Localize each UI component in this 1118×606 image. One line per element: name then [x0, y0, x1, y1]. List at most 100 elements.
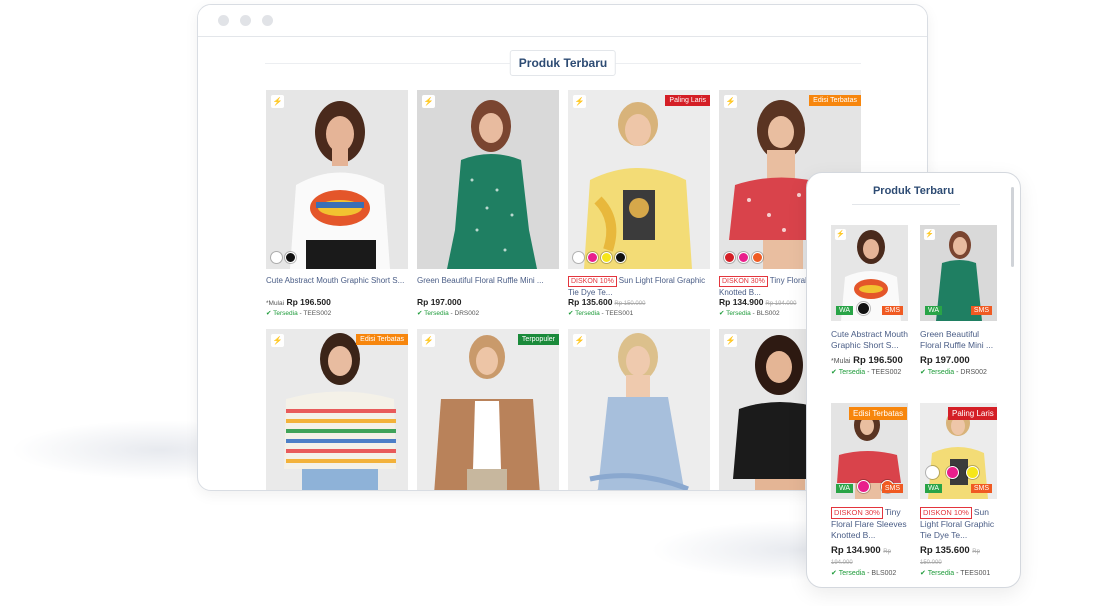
section-title: Produk Terbaru: [872, 185, 955, 197]
hero-illustration: Produk Terbaru ⚡ Cute Abstract Mouth Gra…: [0, 0, 1118, 606]
flash-sale-icon: ⚡: [422, 334, 435, 347]
product-photo: [417, 90, 559, 269]
product-price: *Mulai Rp 196.500: [266, 297, 331, 307]
stock-status: ✔ Tersedia - TEES002: [266, 310, 332, 317]
whatsapp-button[interactable]: WA: [836, 306, 854, 315]
product-name[interactable]: DISKON 10% Sun Light Floral Graphic Tie D…: [568, 275, 710, 297]
product-price: Rp 135.600 Rp 150.000: [920, 545, 980, 566]
product-card[interactable]: ⚡ Paling Laris DISKON 10% Sun Light Flora…: [568, 90, 710, 317]
check-icon: ✔: [266, 310, 272, 317]
limited-edition-badge: Edisi Terbatas: [849, 407, 908, 420]
product-photo: [568, 90, 710, 269]
whatsapp-button[interactable]: WA: [836, 484, 854, 493]
product-card[interactable]: ⚡: [568, 329, 710, 490]
product-card[interactable]: ⚡ Green Beautiful Floral Ruffle Mini ...…: [417, 90, 559, 317]
window-dot-icon: [262, 15, 273, 26]
product-image[interactable]: Edisi Terbatas WA SMS: [831, 403, 908, 499]
color-swatch-pink[interactable]: [587, 252, 598, 263]
product-price: Rp 197.000: [920, 355, 970, 366]
product-card[interactable]: ⚡ Edisi Terbatas: [266, 329, 408, 490]
product-image[interactable]: ⚡ WA SMS: [831, 225, 908, 321]
stock-status: ✔ Tersedia - DRS002: [920, 369, 987, 376]
check-icon: ✔: [920, 570, 926, 577]
flash-sale-icon: ⚡: [724, 334, 737, 347]
sms-button[interactable]: SMS: [881, 484, 903, 493]
color-swatch-pink[interactable]: [857, 480, 870, 493]
product-price: *Mulai Rp 196.500: [831, 355, 903, 366]
browser-title-bar: [198, 5, 927, 37]
flash-sale-icon: ⚡: [271, 334, 284, 347]
product-price: Rp 134.900 Rp 194.000: [831, 545, 891, 566]
window-dot-icon: [218, 15, 229, 26]
color-swatch-white[interactable]: [573, 252, 584, 263]
product-price: Rp 197.000: [417, 297, 462, 307]
check-icon: ✔: [719, 310, 725, 317]
product-card[interactable]: Paling Laris WA SMS DISKON 10% Sun Light …: [920, 403, 997, 577]
check-icon: ✔: [417, 310, 423, 317]
divider: [852, 204, 960, 205]
color-swatch-black[interactable]: [615, 252, 626, 263]
whatsapp-button[interactable]: WA: [925, 484, 943, 493]
product-image[interactable]: ⚡ WA SMS: [920, 225, 997, 321]
color-swatch-yellow[interactable]: [966, 466, 979, 479]
flash-sale-icon: ⚡: [835, 229, 846, 240]
product-image[interactable]: ⚡ Paling Laris: [568, 90, 710, 269]
color-swatch-yellow[interactable]: [601, 252, 612, 263]
check-icon: ✔: [920, 369, 926, 376]
product-photo: [417, 329, 559, 490]
product-card[interactable]: ⚡ WA SMS Cute Abstract Mouth Graphic Sho…: [831, 225, 908, 376]
sms-button[interactable]: SMS: [970, 306, 992, 315]
stock-status: ✔ Tersedia - TEES001: [568, 310, 634, 317]
flash-sale-icon: ⚡: [573, 334, 586, 347]
color-swatch-red[interactable]: [724, 252, 735, 263]
product-card[interactable]: ⚡ WA SMS Green Beautiful Floral Ruffle M…: [920, 225, 997, 376]
color-swatch-pink[interactable]: [946, 466, 959, 479]
product-photo: [266, 90, 408, 269]
color-swatch-white[interactable]: [926, 466, 939, 479]
product-name[interactable]: DISKON 10% Sun Light Floral Graphic Tie D…: [920, 507, 997, 541]
check-icon: ✔: [831, 570, 837, 577]
product-image[interactable]: ⚡: [417, 90, 559, 269]
product-image[interactable]: Paling Laris WA SMS: [920, 403, 997, 499]
product-photo: [266, 329, 408, 490]
flash-sale-icon: ⚡: [573, 95, 586, 108]
product-price: Rp 135.600 Rp 150.000: [568, 297, 646, 307]
section-header: Produk Terbaru: [265, 50, 861, 76]
product-name[interactable]: Green Beautiful Floral Ruffle Mini ...: [417, 275, 559, 297]
product-card[interactable]: ⚡ Cute Abstract Mouth Graphic Short S...…: [266, 90, 408, 317]
stock-status: ✔ Tersedia - DRS002: [417, 310, 480, 317]
popular-badge: Terpopuler: [517, 334, 559, 345]
limited-edition-badge: Edisi Terbatas: [356, 334, 408, 345]
whatsapp-button[interactable]: WA: [925, 306, 943, 315]
flash-sale-icon: ⚡: [724, 95, 737, 108]
check-icon: ✔: [831, 369, 837, 376]
flash-sale-icon: ⚡: [271, 95, 284, 108]
product-name[interactable]: Cute Abstract Mouth Graphic Short S...: [266, 275, 408, 297]
product-name[interactable]: Cute Abstract Mouth Graphic Short S...: [831, 329, 908, 351]
scrollbar[interactable]: [1011, 187, 1014, 267]
product-card[interactable]: ⚡ Terpopuler: [417, 329, 559, 490]
flash-sale-icon: ⚡: [924, 229, 935, 240]
color-swatches: [857, 302, 870, 315]
product-name[interactable]: Green Beautiful Floral Ruffle Mini ...: [920, 329, 997, 351]
color-swatches: [926, 466, 979, 479]
stock-status: ✔ Tersedia - BLS002: [831, 570, 897, 577]
check-icon: ✔: [568, 310, 574, 317]
color-swatch-black[interactable]: [857, 302, 870, 315]
product-name[interactable]: DISKON 30%Tiny Floral Flare Sleeves Knot…: [831, 507, 908, 541]
discount-badge: DISKON 30%: [719, 276, 768, 287]
product-card[interactable]: Edisi Terbatas WA SMS DISKON 30% Tiny Flo…: [831, 403, 908, 577]
color-swatch-orange[interactable]: [752, 252, 763, 263]
product-image[interactable]: ⚡: [568, 329, 710, 490]
flash-sale-icon: ⚡: [422, 95, 435, 108]
color-swatch-white[interactable]: [271, 252, 282, 263]
mobile-phone-mockup: Produk Terbaru ⚡ WA SMS Cute Abstract Mo…: [806, 172, 1021, 588]
product-image[interactable]: ⚡ Edisi Terbatas: [266, 329, 408, 490]
color-swatch-black[interactable]: [285, 252, 296, 263]
product-image[interactable]: ⚡ Terpopuler: [417, 329, 559, 490]
product-image[interactable]: ⚡: [266, 90, 408, 269]
sms-button[interactable]: SMS: [970, 484, 992, 493]
color-swatch-pink[interactable]: [738, 252, 749, 263]
sms-button[interactable]: SMS: [881, 306, 903, 315]
section-title: Produk Terbaru: [509, 50, 617, 76]
